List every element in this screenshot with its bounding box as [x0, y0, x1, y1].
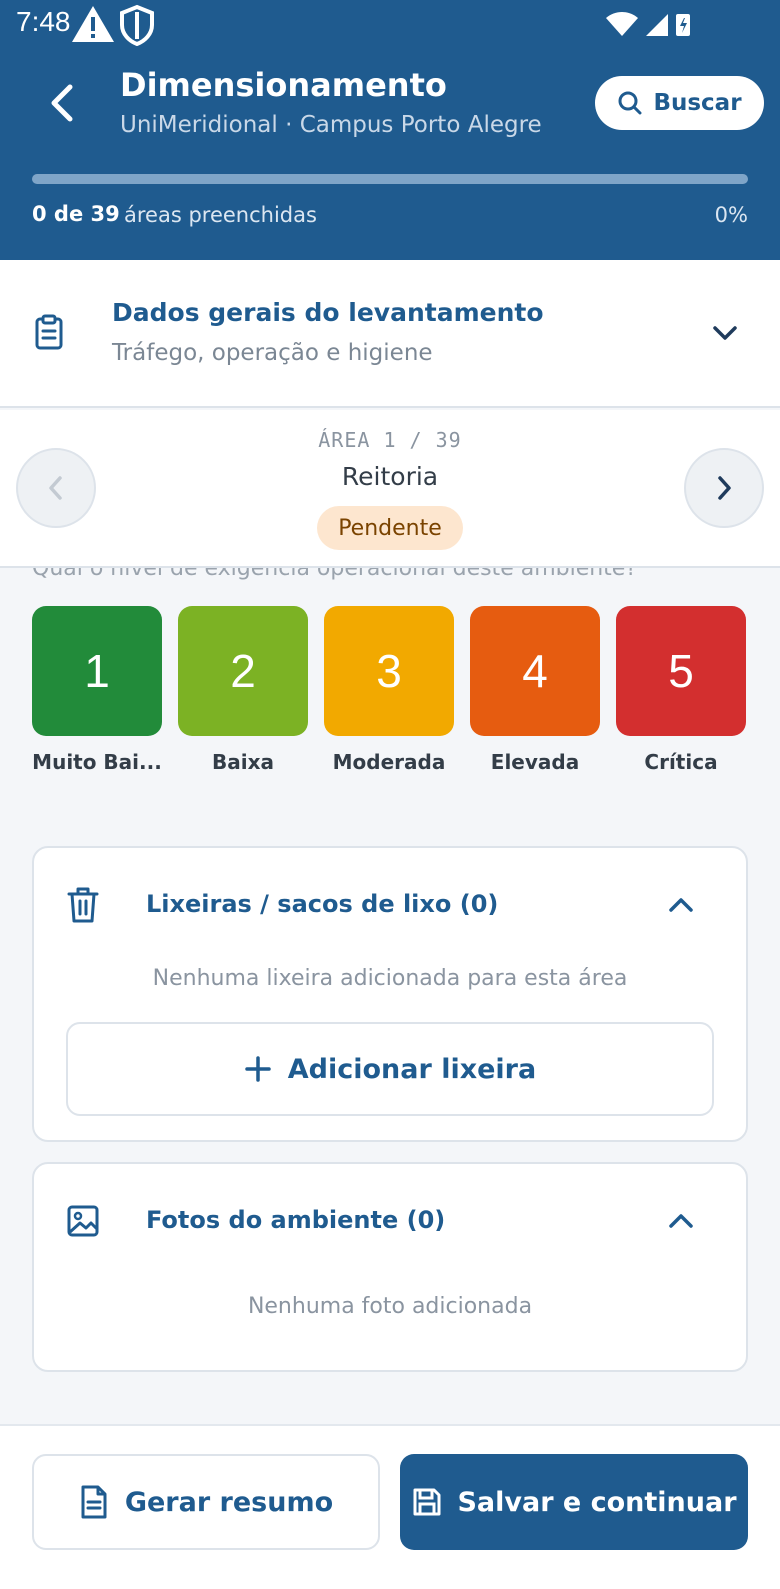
- trash-icon: [67, 887, 99, 923]
- chevron-up-icon[interactable]: [666, 890, 696, 920]
- wifi-icon: [606, 12, 638, 36]
- level-4-label: Elevada: [490, 750, 580, 774]
- level-1-label: Muito Bai...: [32, 750, 162, 774]
- area-counter: ÁREA 1 / 39: [318, 428, 462, 452]
- back-button[interactable]: [40, 78, 84, 128]
- level-5-label: Crítica: [644, 750, 718, 774]
- area-name: Reitoria: [341, 462, 439, 491]
- bins-section-title: Lixeiras / sacos de lixo (0): [146, 890, 499, 918]
- app-header: 7:48 Dimensionamento UniMeridional · Cam…: [0, 0, 780, 260]
- cell-signal-icon: [646, 14, 668, 36]
- level-selector: 1 Muito Bai... 2 Baixa 3 Moderada 4 Elev…: [32, 606, 748, 796]
- add-bin-button[interactable]: Adicionar lixeira: [66, 1022, 714, 1116]
- search-button-label: Buscar: [653, 90, 742, 116]
- level-option-1[interactable]: 1 Muito Bai...: [32, 606, 162, 774]
- save-continue-label: Salvar e continuar: [457, 1486, 737, 1518]
- connectivity-icons: [606, 12, 690, 36]
- progress-percent: 0%: [714, 203, 748, 227]
- photos-section-title: Fotos do ambiente (0): [146, 1206, 446, 1234]
- warning-icon: [72, 6, 114, 42]
- photos-section: Fotos do ambiente (0) Nenhuma foto adici…: [32, 1162, 748, 1372]
- general-data-section[interactable]: Dados gerais do levantamento Tráfego, op…: [0, 260, 780, 408]
- save-icon: [413, 1488, 441, 1516]
- area-navigator: ÁREA 1 / 39 Reitoria Pendente: [0, 410, 780, 568]
- level-option-3[interactable]: 3 Moderada: [324, 606, 454, 774]
- search-button[interactable]: Buscar: [595, 76, 764, 130]
- status-bar: 7:48: [0, 0, 780, 48]
- add-bin-label: Adicionar lixeira: [287, 1053, 537, 1085]
- image-icon: [67, 1205, 99, 1237]
- clipboard-icon: [35, 314, 63, 350]
- search-icon: [618, 91, 642, 115]
- plus-icon: [245, 1056, 271, 1082]
- level-2-label: Baixa: [212, 750, 274, 774]
- progress-bar: [32, 174, 748, 184]
- chevron-up-icon[interactable]: [666, 1206, 696, 1236]
- level-4-box[interactable]: 4: [470, 606, 600, 736]
- footer-actions: Gerar resumo Salvar e continuar: [0, 1424, 780, 1589]
- level-5-box[interactable]: 5: [616, 606, 746, 736]
- generate-summary-button[interactable]: Gerar resumo: [32, 1454, 380, 1550]
- status-time: 7:48: [16, 6, 71, 37]
- page-subtitle: UniMeridional · Campus Porto Alegre: [120, 112, 542, 138]
- level-option-2[interactable]: 2 Baixa: [178, 606, 308, 774]
- photos-empty-message: Nenhuma foto adicionada: [247, 1294, 533, 1319]
- level-1-box[interactable]: 1: [32, 606, 162, 736]
- progress-count: 0 de 39: [32, 202, 120, 226]
- progress-label: áreas preenchidas: [124, 203, 317, 227]
- bins-section: Lixeiras / sacos de lixo (0) Nenhuma lix…: [32, 846, 748, 1142]
- save-continue-button[interactable]: Salvar e continuar: [400, 1454, 748, 1550]
- status-badge: Pendente: [317, 506, 463, 550]
- level-3-box[interactable]: 3: [324, 606, 454, 736]
- back-arrow-icon: [51, 84, 73, 122]
- document-icon: [81, 1485, 107, 1519]
- page-title: Dimensionamento: [120, 66, 447, 104]
- level-3-label: Moderada: [332, 750, 446, 774]
- level-2-box[interactable]: 2: [178, 606, 308, 736]
- area-form-content[interactable]: Qual o nível de exigência operacional de…: [0, 568, 780, 1424]
- level-option-4[interactable]: 4 Elevada: [470, 606, 600, 774]
- question-text: Qual o nível de exigência operacional de…: [32, 568, 638, 581]
- generate-summary-label: Gerar resumo: [124, 1486, 334, 1518]
- next-area-button[interactable]: [684, 448, 764, 528]
- chevron-down-icon[interactable]: [710, 318, 740, 348]
- shield-icon: [120, 4, 154, 46]
- chevron-right-icon: [718, 476, 731, 500]
- general-data-subtitle: Tráfego, operação e higiene: [112, 340, 433, 366]
- level-option-5[interactable]: 5 Crítica: [616, 606, 746, 774]
- bins-empty-message: Nenhuma lixeira adicionada para esta áre…: [152, 966, 628, 991]
- general-data-title: Dados gerais do levantamento: [112, 298, 544, 327]
